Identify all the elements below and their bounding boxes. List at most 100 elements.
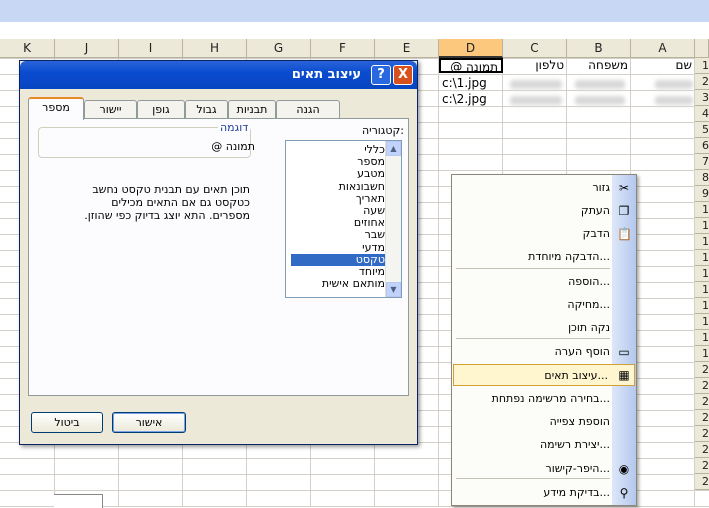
context-menu-item[interactable]: נקה תוכן (454, 317, 612, 339)
dialog-title-bar[interactable]: עיצוב תאים ? X (20, 61, 417, 89)
cancel-button[interactable]: ביטול (31, 412, 103, 433)
row-header[interactable]: 1 (695, 346, 709, 362)
format-cells-dialog: עיצוב תאים ? X הגנה תבניות גבול גופן ייש… (19, 60, 418, 445)
context-menu-item[interactable]: הוסף הערה (454, 341, 612, 363)
column-header-h[interactable]: H (183, 39, 247, 58)
column-header-f[interactable]: F (311, 39, 375, 58)
category-item[interactable]: כללי (291, 144, 387, 156)
category-item[interactable]: אחוזים (291, 217, 387, 229)
context-menu-item[interactable]: יצירת רשימה... (454, 434, 612, 456)
row-header[interactable]: 1 (695, 282, 709, 298)
redacted-cell (575, 96, 625, 105)
cell-c1[interactable]: טלפון (503, 58, 567, 73)
scroll-up-icon[interactable]: ▲ (386, 141, 401, 156)
tab-number[interactable]: מספר (28, 97, 84, 120)
row-header[interactable]: 2 (695, 378, 709, 394)
cell-context-menu: גזור ✂ העתק ❐ הדבק 📋 הדבקה מיוחדת... הוספה... מח… (451, 174, 637, 506)
scissors-icon: ✂ (618, 181, 630, 195)
select-all-corner[interactable] (695, 39, 709, 58)
row-header[interactable]: 2 (695, 458, 709, 474)
category-item[interactable]: מותאם אישית (291, 278, 387, 290)
row-header[interactable]: 6 (695, 138, 709, 154)
context-menu-item[interactable]: עיצוב תאים... (453, 364, 635, 386)
tab-protection[interactable]: הגנה (276, 100, 340, 119)
cell-d1[interactable]: תמונה @ (439, 58, 503, 73)
row-header[interactable]: 1 (695, 234, 709, 250)
scroll-down-icon[interactable]: ▼ (386, 282, 401, 297)
row-header[interactable]: 2 (695, 474, 709, 490)
row-header[interactable]: 1 (695, 298, 709, 314)
ok-button[interactable]: אישור (112, 412, 186, 433)
category-item[interactable]: תאריך (291, 192, 387, 205)
category-item[interactable]: מדעי (291, 241, 387, 254)
column-header-d[interactable]: D (439, 39, 503, 58)
formula-bar-area (0, 22, 709, 39)
column-header-c[interactable]: C (503, 39, 567, 58)
row-header[interactable]: 5 (695, 122, 709, 138)
row-header[interactable]: 4 (695, 106, 709, 122)
row-header[interactable]: 1 (695, 250, 709, 266)
context-menu-item[interactable]: גזור (454, 177, 612, 199)
close-button[interactable]: X (393, 65, 413, 85)
cell-d3[interactable]: c:\2.jpg (439, 92, 503, 107)
row-header[interactable]: 2 (695, 74, 709, 90)
column-header-b[interactable]: B (567, 39, 631, 58)
row-header[interactable]: 2 (695, 410, 709, 426)
row-header[interactable]: 2 (695, 426, 709, 442)
row-header[interactable]: 2 (695, 362, 709, 378)
row-header[interactable]: 1 (695, 218, 709, 234)
row-header[interactable]: 2 (695, 394, 709, 410)
sample-label: דוגמה (218, 121, 251, 134)
row-header[interactable]: 1 (695, 314, 709, 330)
category-item[interactable]: חשבונאות (291, 180, 387, 193)
category-listbox[interactable]: כללי מספר מטבע חשבונאות תאריך שעה אחוזים שבר מדע… (285, 140, 402, 298)
category-item[interactable]: מטבע (291, 168, 387, 180)
tab-alignment[interactable]: יישור (84, 100, 137, 119)
context-menu-item[interactable]: היפר-קישור... (454, 458, 612, 480)
context-menu-item[interactable]: בדיקת מידע... (454, 482, 612, 504)
tab-font[interactable]: גופן (137, 100, 185, 119)
cell-d2[interactable]: c:\1.jpg (439, 76, 503, 91)
row-header[interactable]: 8 (695, 170, 709, 186)
column-header-j[interactable]: J (55, 39, 119, 58)
context-menu-item[interactable]: מחיקה... (454, 294, 612, 316)
category-item[interactable]: מספר (291, 156, 387, 168)
category-item[interactable]: שעה (291, 205, 387, 217)
dialog-title: עיצוב תאים (291, 67, 361, 82)
category-item[interactable]: שבר (291, 229, 387, 241)
row-header[interactable]: 2 (695, 442, 709, 458)
column-header-e[interactable]: E (375, 39, 439, 58)
hyperlink-icon: ◉ (618, 462, 630, 476)
listbox-scrollbar[interactable]: ▲ ▼ (385, 141, 401, 297)
category-item[interactable]: טקסט (291, 253, 387, 266)
context-menu-item[interactable]: הוספה... (454, 271, 612, 293)
tab-patterns[interactable]: תבניות (228, 100, 276, 119)
row-header[interactable]: 7 (695, 154, 709, 170)
context-menu-item[interactable]: בחירה מרשימה נפתחת... (454, 388, 612, 410)
column-header-a[interactable]: A (631, 39, 695, 58)
row-header[interactable]: 1 (695, 58, 709, 74)
context-menu-item[interactable]: העתק (454, 200, 612, 222)
row-header[interactable]: 1 (695, 330, 709, 346)
menu-separator (456, 268, 610, 269)
tab-border[interactable]: גבול (185, 100, 228, 119)
column-header-k[interactable]: K (0, 39, 55, 58)
toolbar-strip (0, 0, 709, 22)
redacted-cell (575, 80, 625, 89)
cell-b1[interactable]: משפחה (567, 58, 631, 73)
column-header-g[interactable]: G (247, 39, 311, 58)
context-menu-item[interactable]: הדבקה מיוחדת... (454, 246, 612, 268)
row-header[interactable]: 3 (695, 90, 709, 106)
row-header[interactable]: 1 (695, 266, 709, 282)
context-menu-item[interactable]: הדבק (454, 223, 612, 245)
row-header[interactable]: 9 (695, 186, 709, 202)
cell-a1[interactable]: שם (631, 58, 695, 73)
row-header[interactable]: 1 (695, 202, 709, 218)
help-button[interactable]: ? (371, 65, 391, 85)
format-description: תוכן תאים עם תבנית טקסט נחשב כטקסט גם אם… (84, 183, 250, 222)
context-menu-item[interactable]: הוספת צפייה (454, 411, 612, 433)
column-header-i[interactable]: I (119, 39, 183, 58)
copy-icon: ❐ (618, 204, 630, 218)
format-cells-icon: ▦ (618, 368, 630, 382)
category-item[interactable]: מיוחד (291, 266, 387, 278)
